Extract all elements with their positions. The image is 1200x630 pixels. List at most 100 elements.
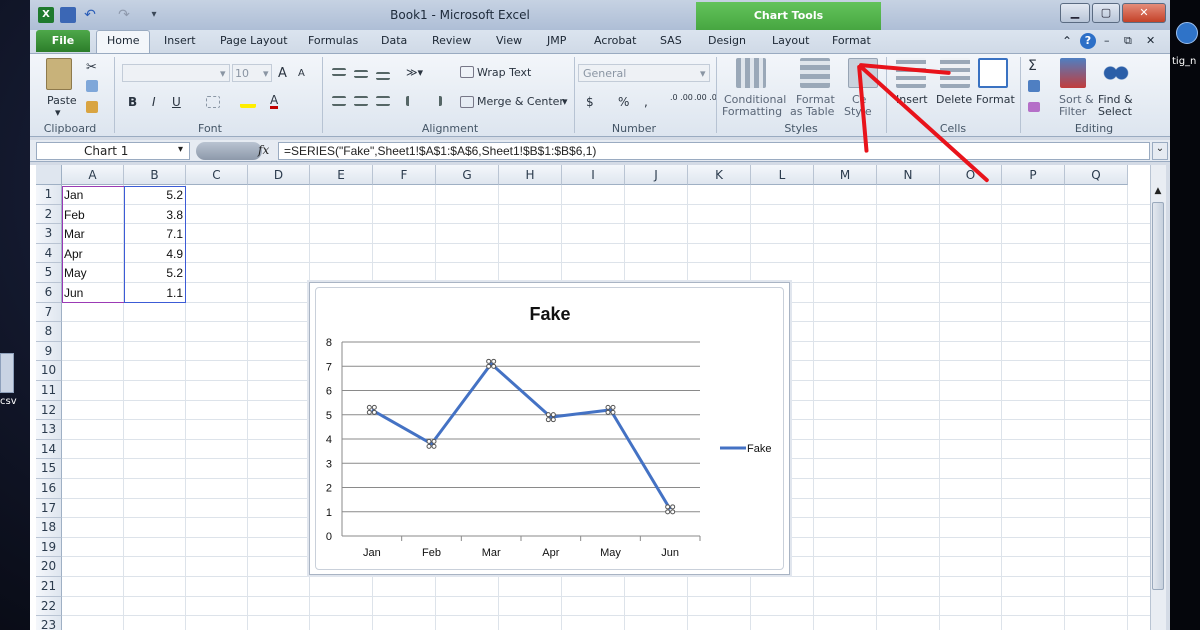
row-header[interactable]: 17 xyxy=(36,498,62,519)
insert-cells-icon[interactable] xyxy=(896,58,926,88)
tab-home[interactable]: Home xyxy=(107,34,139,47)
row-header[interactable]: 4 xyxy=(36,243,62,264)
format-painter-icon[interactable] xyxy=(86,101,98,113)
column-header[interactable]: N xyxy=(877,165,940,185)
row-header[interactable]: 19 xyxy=(36,537,62,558)
currency-button[interactable]: $ xyxy=(586,95,594,109)
font-color-button[interactable]: A xyxy=(270,94,279,109)
percent-button[interactable]: % xyxy=(618,95,629,109)
shrink-font-button[interactable]: A xyxy=(298,68,305,79)
sort-filter-label-2[interactable]: Filter xyxy=(1059,105,1086,118)
tab-review[interactable]: Review xyxy=(432,34,471,47)
row-header[interactable]: 1 xyxy=(36,185,62,205)
font-name-dropdown-icon[interactable]: ▾ xyxy=(220,67,226,80)
chart-area[interactable]: Fake 0 1 2 3 4 5 6 7 8 Jan Feb Mar Apr May Jun Fake xyxy=(315,287,784,570)
row-header[interactable]: 16 xyxy=(36,479,62,499)
font-size-dropdown-icon[interactable]: ▾ xyxy=(263,67,269,80)
insert-function-button[interactable]: fx xyxy=(258,143,269,157)
clear-icon[interactable] xyxy=(1028,102,1040,112)
column-header[interactable]: M xyxy=(814,165,877,185)
tab-insert[interactable]: Insert xyxy=(164,34,196,47)
excel-logo-icon[interactable]: X xyxy=(38,7,54,23)
underline-button[interactable]: U xyxy=(172,95,181,109)
merge-center-button[interactable]: Merge & Center xyxy=(477,95,564,108)
select-all-corner[interactable] xyxy=(36,165,62,185)
tab-page-layout[interactable]: Page Layout xyxy=(220,34,288,47)
fill-icon[interactable] xyxy=(1028,80,1040,92)
align-bottom-icon[interactable] xyxy=(376,72,390,80)
desktop-file-icon[interactable] xyxy=(0,353,14,393)
save-icon[interactable] xyxy=(60,7,76,23)
align-left-icon[interactable] xyxy=(332,96,346,106)
row-header[interactable]: 9 xyxy=(36,341,62,362)
borders-icon[interactable] xyxy=(206,96,220,108)
column-header[interactable]: D xyxy=(248,165,310,185)
column-header[interactable]: C xyxy=(186,165,248,185)
line-chart[interactable]: Fake 0 1 2 3 4 5 6 7 8 Jan Feb Mar Apr May Jun Fake xyxy=(316,288,785,571)
merge-center-icon[interactable] xyxy=(460,96,474,108)
redo-icon[interactable]: ↷ xyxy=(116,7,132,23)
tab-design[interactable]: Design xyxy=(708,34,746,47)
merge-dropdown-icon[interactable]: ▾ xyxy=(562,95,568,108)
paste-icon[interactable] xyxy=(46,58,72,90)
increase-indent-icon[interactable] xyxy=(428,96,442,106)
tab-jmp[interactable]: JMP xyxy=(547,34,566,47)
scroll-up-icon[interactable]: ▲ xyxy=(1152,186,1164,200)
row-header[interactable]: 7 xyxy=(36,302,62,323)
row-header[interactable]: 12 xyxy=(36,400,62,421)
column-header[interactable]: I xyxy=(562,165,625,185)
align-center-icon[interactable] xyxy=(354,96,368,106)
help-icon[interactable]: ? xyxy=(1080,33,1096,49)
conditional-formatting-label-2[interactable]: Formatting xyxy=(722,105,782,118)
italic-button[interactable]: I xyxy=(152,95,156,109)
sort-filter-icon[interactable] xyxy=(1060,58,1086,88)
column-header[interactable]: H xyxy=(499,165,562,185)
tab-format[interactable]: Format xyxy=(832,34,871,47)
customize-quick-access-icon[interactable]: ▾ xyxy=(146,7,162,23)
wrap-text-icon[interactable] xyxy=(460,66,474,78)
tab-acrobat[interactable]: Acrobat xyxy=(594,34,636,47)
decrease-decimal-button[interactable]: .00 .0 xyxy=(694,94,718,102)
binoculars-icon[interactable] xyxy=(1102,60,1130,86)
column-header[interactable]: J xyxy=(625,165,688,185)
ribbon-collapse-icon[interactable]: ⌃ xyxy=(1062,34,1072,48)
format-cells-icon[interactable] xyxy=(978,58,1008,88)
column-header[interactable]: F xyxy=(373,165,436,185)
tab-data[interactable]: Data xyxy=(381,34,407,47)
font-name-box[interactable] xyxy=(122,64,230,82)
row-header[interactable]: 20 xyxy=(36,557,62,577)
scrollbar-thumb[interactable] xyxy=(1152,202,1164,590)
column-header[interactable]: B xyxy=(124,165,186,185)
fill-color-icon[interactable] xyxy=(240,94,256,108)
row-header[interactable]: 21 xyxy=(36,577,62,597)
desktop-app-icon[interactable] xyxy=(1176,22,1198,44)
undo-icon[interactable]: ↶ xyxy=(82,7,98,23)
expand-formula-bar-icon[interactable]: ⌄ xyxy=(1152,142,1168,160)
minimize-button[interactable]: ▁ xyxy=(1060,3,1090,23)
decrease-indent-icon[interactable] xyxy=(406,96,420,106)
row-header[interactable]: 14 xyxy=(36,439,62,460)
doc-minimize-icon[interactable]: – xyxy=(1104,34,1110,47)
conditional-formatting-icon[interactable] xyxy=(736,58,766,88)
format-cells-button[interactable]: Format xyxy=(976,93,1015,106)
tab-formulas[interactable]: Formulas xyxy=(308,34,358,47)
row-header[interactable]: 11 xyxy=(36,381,62,401)
paste-button[interactable]: Paste xyxy=(47,94,77,107)
find-select-label-2[interactable]: Select xyxy=(1098,105,1132,118)
orientation-icon[interactable]: ≫▾ xyxy=(406,66,423,79)
maximize-button[interactable]: ▢ xyxy=(1092,3,1120,23)
row-header[interactable]: 3 xyxy=(36,224,62,244)
row-header[interactable]: 2 xyxy=(36,204,62,225)
column-header[interactable]: E xyxy=(310,165,373,185)
row-header[interactable]: 8 xyxy=(36,322,62,342)
row-header[interactable]: 18 xyxy=(36,518,62,538)
row-header[interactable]: 10 xyxy=(36,361,62,381)
autosum-button[interactable]: Σ xyxy=(1028,58,1037,74)
cell-styles-label-2[interactable]: Style xyxy=(844,105,872,118)
wrap-text-button[interactable]: Wrap Text xyxy=(477,66,531,79)
doc-close-icon[interactable]: ✕ xyxy=(1146,34,1155,47)
paste-dropdown-icon[interactable]: ▾ xyxy=(55,106,61,119)
column-header[interactable]: Q xyxy=(1065,165,1128,185)
increase-decimal-button[interactable]: .0 .00 xyxy=(670,94,694,102)
formula-bar-handle[interactable] xyxy=(196,142,262,160)
